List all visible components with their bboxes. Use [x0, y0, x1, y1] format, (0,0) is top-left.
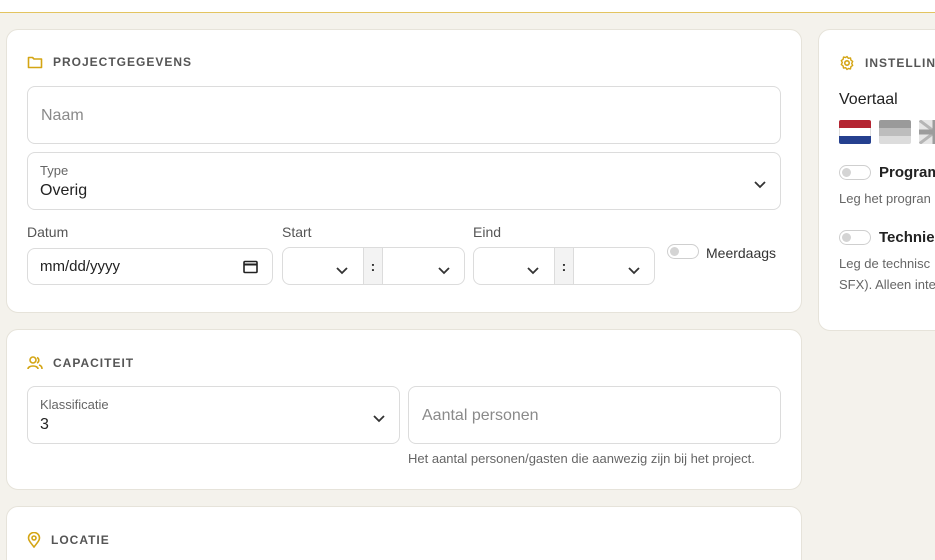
programma-toggle[interactable] [839, 165, 871, 180]
eind-label: Eind [473, 224, 502, 240]
settings-header: INSTELLING [839, 55, 935, 71]
techniek-description-line1: Leg de technisc [839, 256, 931, 271]
location-title: LOCATIE [51, 533, 110, 547]
capacity-card: CAPACITEIT Klassificatie 3 Aantal person… [6, 329, 802, 490]
chevron-down-icon [373, 410, 385, 428]
naam-placeholder: Naam [41, 107, 84, 124]
location-card: LOCATIE [6, 506, 802, 560]
settings-title: INSTELLING [865, 56, 935, 70]
programma-label: Program [879, 164, 935, 181]
project-details-header: PROJECTGEGEVENS [27, 55, 192, 69]
gear-icon [839, 55, 855, 71]
datum-input[interactable]: mm/dd/yyyy [27, 248, 273, 285]
eind-time-group: : [473, 247, 655, 285]
start-time-separator: : [363, 248, 383, 284]
top-bar [0, 0, 935, 13]
naam-input[interactable]: Naam [27, 86, 781, 144]
voertaal-label: Voertaal [839, 91, 898, 108]
type-label: Type [40, 163, 69, 178]
capacity-title: CAPACITEIT [53, 356, 135, 370]
type-select[interactable]: Type Overig [27, 152, 781, 210]
techniek-toggle[interactable] [839, 230, 871, 245]
datum-label: Datum [27, 224, 69, 240]
aantal-personen-placeholder: Aantal personen [422, 407, 539, 424]
meerdaags-toggle[interactable] [667, 244, 699, 259]
flag-de-button[interactable] [879, 120, 911, 144]
chevron-down-icon [754, 176, 766, 194]
flag-en-button[interactable] [919, 120, 935, 144]
location-header: LOCATIE [27, 532, 110, 548]
capacity-header: CAPACITEIT [27, 355, 134, 371]
programma-description: Leg het progran [839, 191, 931, 206]
start-label: Start [282, 224, 312, 240]
start-time-group: : [282, 247, 465, 285]
meerdaags-label: Meerdaags [706, 245, 777, 261]
klassificatie-label: Klassificatie [40, 397, 109, 412]
project-details-title: PROJECTGEGEVENS [53, 55, 193, 69]
start-hour-select[interactable] [336, 262, 348, 280]
eind-minute-select[interactable] [628, 262, 640, 280]
techniek-label: Technie [879, 229, 935, 246]
users-icon [27, 355, 43, 371]
settings-card: INSTELLING Voertaal Program Leg het prog… [818, 29, 935, 331]
aantal-personen-input[interactable]: Aantal personen [408, 386, 781, 444]
start-minute-select[interactable] [438, 262, 450, 280]
techniek-description-line2: SFX). Alleen inte [839, 277, 935, 292]
eind-hour-select[interactable] [527, 262, 539, 280]
type-value: Overig [40, 182, 88, 199]
calendar-icon[interactable] [243, 259, 258, 279]
project-details-card: PROJECTGEGEVENS Naam Type Overig Datum m… [6, 29, 802, 313]
eind-time-separator: : [554, 248, 574, 284]
aantal-personen-hint: Het aantal personen/gasten die aanwezig … [408, 451, 755, 466]
klassificatie-value: 3 [40, 416, 49, 433]
map-pin-icon [27, 532, 41, 548]
klassificatie-select[interactable]: Klassificatie 3 [27, 386, 400, 444]
folder-icon [27, 55, 43, 69]
datum-placeholder: mm/dd/yyyy [40, 258, 121, 275]
flag-nl-button[interactable] [839, 120, 871, 144]
